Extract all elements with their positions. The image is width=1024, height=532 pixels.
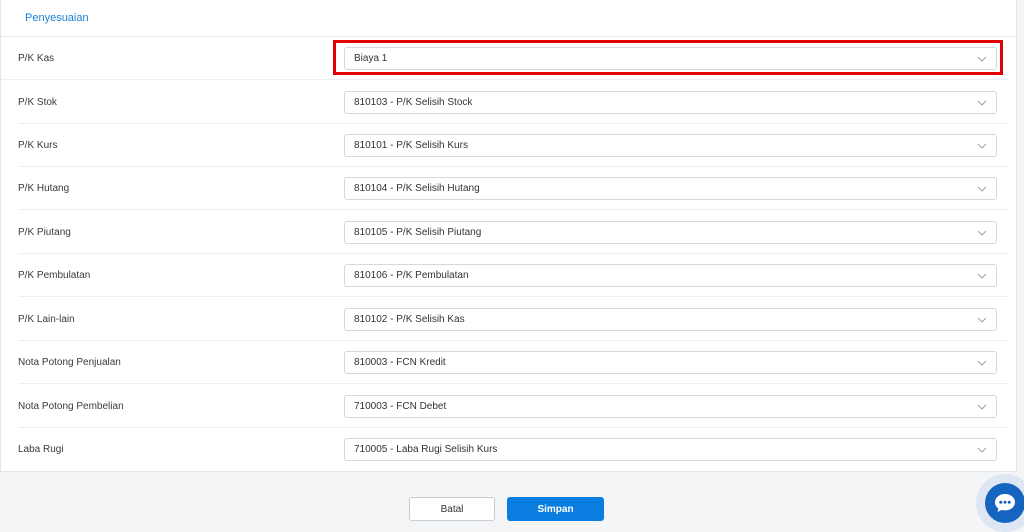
field-label: Nota Potong Pembelian xyxy=(18,401,124,412)
nota-potong-penjualan-select[interactable]: 810003 - FCN Kredit xyxy=(344,351,997,374)
pk-lain-lain-select[interactable]: 810102 - P/K Selisih Kas xyxy=(344,308,997,331)
field-label: P/K Piutang xyxy=(18,227,71,238)
chevron-down-icon xyxy=(977,230,987,236)
chat-bubble-icon xyxy=(985,483,1024,523)
chevron-down-icon xyxy=(977,317,987,323)
chevron-down-icon xyxy=(977,273,987,279)
laba-rugi-select[interactable]: 710005 - Laba Rugi Selisih Kurs xyxy=(344,438,997,461)
field-row-pk-kurs: P/K Kurs 810101 - P/K Selisih Kurs xyxy=(18,124,1008,167)
card-header: Penyesuaian xyxy=(1,0,1016,37)
section-title: Penyesuaian xyxy=(25,12,89,24)
select-value: 810106 - P/K Pembulatan xyxy=(354,270,469,281)
field-label: P/K Pembulatan xyxy=(18,270,91,281)
select-value: 810103 - P/K Selisih Stock xyxy=(354,97,473,108)
select-value: 810104 - P/K Selisih Hutang xyxy=(354,183,480,194)
pk-kurs-select[interactable]: 810101 - P/K Selisih Kurs xyxy=(344,134,997,157)
select-value: 810003 - FCN Kredit xyxy=(354,357,446,368)
pk-hutang-select[interactable]: 810104 - P/K Selisih Hutang xyxy=(344,177,997,200)
chevron-down-icon xyxy=(977,186,987,192)
field-row-nota-potong-penjualan: Nota Potong Penjualan 810003 - FCN Kredi… xyxy=(18,341,1008,384)
chevron-down-icon xyxy=(977,447,987,453)
pk-kas-select[interactable]: Biaya 1 xyxy=(344,47,997,70)
field-label: P/K Stok xyxy=(18,97,57,108)
field-row-pk-pembulatan: P/K Pembulatan 810106 - P/K Pembulatan xyxy=(18,254,1008,297)
select-value: 710005 - Laba Rugi Selisih Kurs xyxy=(354,444,498,455)
field-row-laba-rugi: Laba Rugi 710005 - Laba Rugi Selisih Kur… xyxy=(18,428,1008,471)
select-value: 810105 - P/K Selisih Piutang xyxy=(354,227,482,238)
field-label: P/K Kurs xyxy=(18,140,58,151)
field-row-pk-lain-lain: P/K Lain-lain 810102 - P/K Selisih Kas xyxy=(18,298,1008,341)
chevron-down-icon xyxy=(977,56,987,62)
field-label: P/K Kas xyxy=(18,53,55,64)
field-row-nota-potong-pembelian: Nota Potong Pembelian 710003 - FCN Debet xyxy=(18,385,1008,428)
chevron-down-icon xyxy=(977,100,987,106)
select-value: 810101 - P/K Selisih Kurs xyxy=(354,140,468,151)
pk-piutang-select[interactable]: 810105 - P/K Selisih Piutang xyxy=(344,221,997,244)
pk-stok-select[interactable]: 810103 - P/K Selisih Stock xyxy=(344,91,997,114)
chevron-down-icon xyxy=(977,360,987,366)
field-label: P/K Hutang xyxy=(18,183,70,194)
chevron-down-icon xyxy=(977,404,987,410)
select-value: 710003 - FCN Debet xyxy=(354,401,447,412)
field-label: Nota Potong Penjualan xyxy=(18,357,121,368)
nota-potong-pembelian-select[interactable]: 710003 - FCN Debet xyxy=(344,395,997,418)
settings-card: Penyesuaian P/K Kas Biaya 1 P/K Stok 810… xyxy=(0,0,1017,472)
field-row-pk-kas: P/K Kas Biaya 1 xyxy=(1,37,1008,80)
chevron-down-icon xyxy=(977,143,987,149)
pk-pembulatan-select[interactable]: 810106 - P/K Pembulatan xyxy=(344,264,997,287)
field-row-pk-hutang: P/K Hutang 810104 - P/K Selisih Hutang xyxy=(18,167,1008,210)
save-button[interactable]: Simpan xyxy=(507,497,604,521)
field-row-pk-stok: P/K Stok 810103 - P/K Selisih Stock xyxy=(18,81,1008,124)
field-label: P/K Lain-lain xyxy=(18,314,75,325)
select-value: 810102 - P/K Selisih Kas xyxy=(354,314,465,325)
field-label: Laba Rugi xyxy=(18,444,64,455)
select-value: Biaya 1 xyxy=(354,53,388,64)
chat-button[interactable] xyxy=(976,474,1024,532)
field-row-pk-piutang: P/K Piutang 810105 - P/K Selisih Piutang xyxy=(18,211,1008,254)
cancel-button[interactable]: Batal xyxy=(409,497,495,521)
